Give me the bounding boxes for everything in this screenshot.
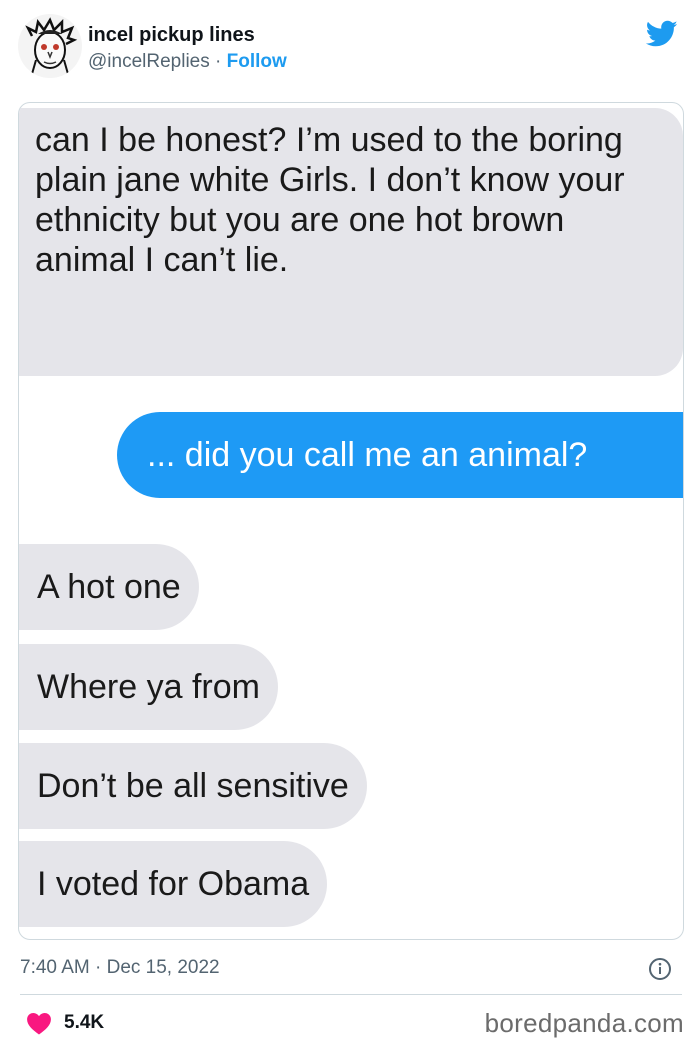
separator-dot: · (215, 51, 222, 72)
message-bubble-received: I voted for Obama (19, 841, 328, 927)
avatar[interactable] (18, 14, 82, 78)
follow-button[interactable]: Follow (227, 51, 287, 72)
message-bubble-sent: ... did you call me an animal? (117, 412, 683, 498)
screenshot-media[interactable]: can I be honest? I’m used to the boring … (18, 102, 684, 940)
twitter-bird-icon[interactable] (646, 20, 678, 48)
avatar-sketch-face-icon (25, 17, 78, 75)
tweet-header: incel pickup lines @incelReplies · Follo… (0, 0, 700, 90)
divider (20, 994, 682, 995)
message-bubble-received: can I be honest? I’m used to the boring … (19, 108, 683, 376)
handle-line: @incelReplies · Follow (88, 51, 287, 73)
message-bubble-received: Where ya from (19, 644, 278, 730)
heart-icon[interactable] (26, 1011, 52, 1035)
tweet-timestamp[interactable]: 7:40 AM · Dec 15, 2022 (20, 957, 220, 979)
info-icon[interactable] (648, 957, 672, 981)
handle[interactable]: @incelReplies (88, 51, 210, 72)
like-count: 5.4K (64, 1012, 105, 1033)
display-name[interactable]: incel pickup lines (88, 24, 255, 47)
message-bubble-received: Don’t be all sensitive (19, 743, 367, 829)
watermark: boredpanda.com (484, 1008, 684, 1038)
message-bubble-received: A hot one (19, 544, 199, 630)
